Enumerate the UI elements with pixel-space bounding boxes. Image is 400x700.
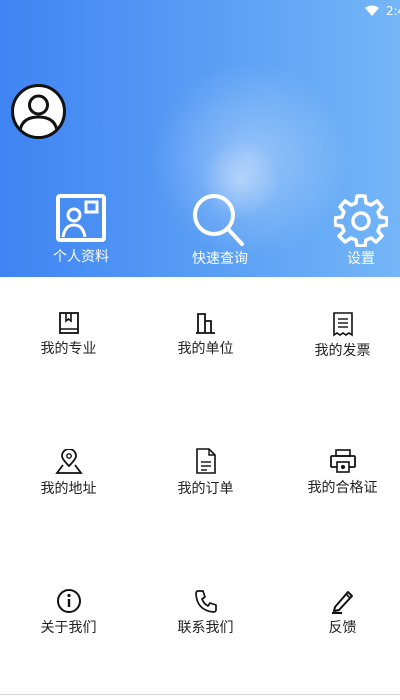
avatar[interactable] [11,84,66,139]
menu-item-label: 反馈 [328,620,357,636]
printer-icon [329,449,356,473]
menu-item-contact[interactable]: 联系我们 [139,588,272,648]
menu-item-orders[interactable]: 我的订单 [139,447,272,507]
info-icon [56,589,81,613]
menu-item-about[interactable]: 关于我们 [2,588,135,648]
menu-item-label: 我的单位 [177,341,234,357]
menu-item-invoice[interactable]: 我的发票 [276,311,400,371]
menu-item-address[interactable]: 我的地址 [2,449,135,509]
menu-item-major[interactable]: 我的专业 [2,311,135,371]
menu-item-label: 联系我们 [177,620,234,636]
receipt-icon [332,312,353,337]
book-icon [58,312,79,334]
quick-action-settings[interactable]: 设置 [306,193,400,269]
menu-item-label: 我的发票 [314,343,371,359]
user-avatar-icon [18,94,59,132]
menu-item-label: 我的地址 [40,481,97,497]
quick-action-label: 设置 [347,251,375,267]
map-pin-icon [54,449,83,474]
bottom-divider [0,694,400,695]
wifi-icon [365,5,379,16]
menu-item-feedback[interactable]: 反馈 [276,588,400,648]
menu-item-label: 我的专业 [40,341,97,357]
search-icon [193,194,244,246]
quick-action-search[interactable]: 快速查询 [165,193,275,269]
menu-item-employer[interactable]: 我的单位 [139,311,272,371]
pencil-icon [331,591,353,614]
phone-icon [194,590,217,613]
menu-item-label: 我的订单 [177,481,234,497]
building-icon [195,313,215,334]
menu-item-label: 我的合格证 [307,480,378,496]
profile-card-icon [56,194,106,242]
gear-icon [334,194,388,247]
menu-item-certificate[interactable]: 我的合格证 [276,448,400,508]
status-bar: 2:4 [340,0,400,22]
quick-action-profile[interactable]: 个人资料 [26,193,136,269]
document-icon [195,448,216,474]
quick-action-label: 快速查询 [192,251,248,267]
status-time: 2:4 [386,4,400,18]
menu-item-label: 关于我们 [40,620,97,636]
profile-header: 2:4 个人资料 快速查询 设置 [0,0,400,277]
quick-action-label: 个人资料 [53,249,109,265]
